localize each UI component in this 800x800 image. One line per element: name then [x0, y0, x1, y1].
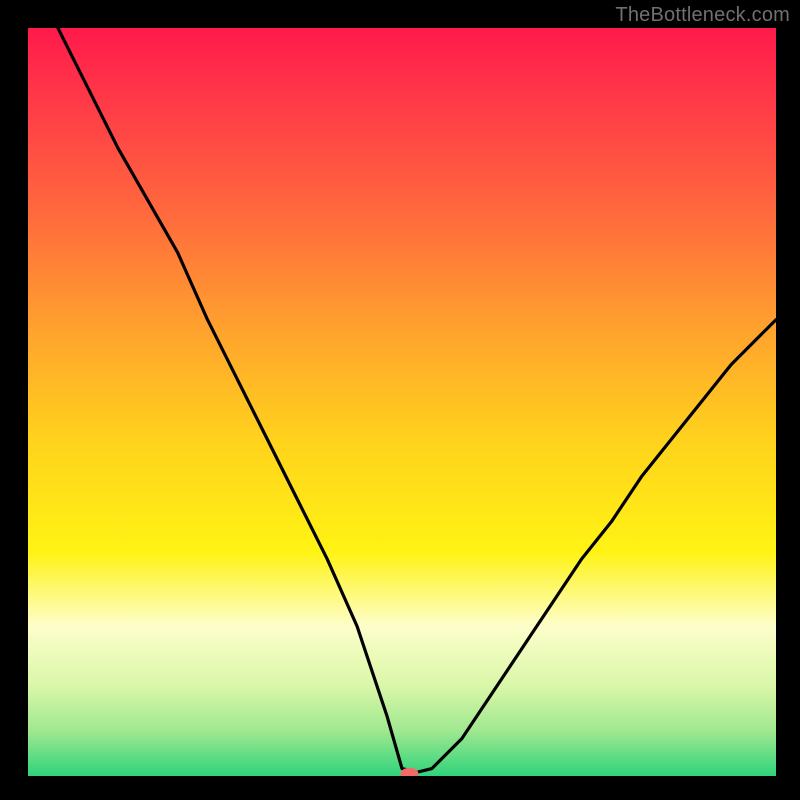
plot-area: [28, 28, 776, 776]
bottleneck-plot: [28, 28, 776, 776]
watermark-text: TheBottleneck.com: [615, 4, 790, 27]
gradient-background: [28, 28, 776, 776]
chart-stage: TheBottleneck.com: [0, 0, 800, 800]
